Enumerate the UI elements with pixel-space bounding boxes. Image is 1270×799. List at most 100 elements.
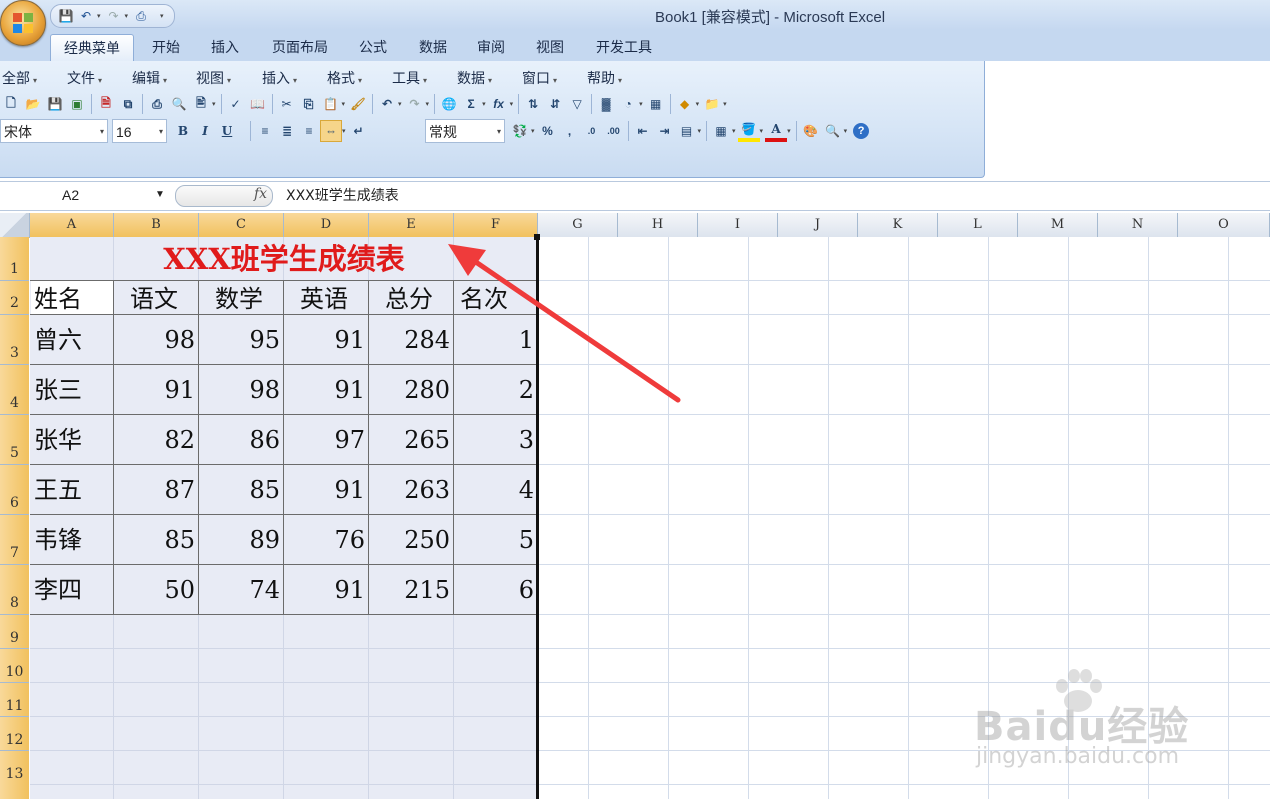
- score-cell[interactable]: 74: [199, 566, 284, 614]
- tab-review[interactable]: 审阅: [466, 34, 516, 61]
- increase-decimal-icon[interactable]: .0: [581, 120, 603, 142]
- cut-icon[interactable]: ✂: [276, 93, 298, 115]
- chevron-down-icon[interactable]: ▾: [159, 120, 163, 144]
- tab-view[interactable]: 视图: [525, 34, 575, 61]
- chevron-down-icon[interactable]: ▾: [732, 127, 736, 135]
- row-header-12[interactable]: 12: [0, 717, 29, 751]
- total-cell[interactable]: 263: [369, 466, 454, 514]
- menu-insert[interactable]: 插入 ▾: [262, 68, 297, 88]
- decrease-decimal-icon[interactable]: .00: [603, 120, 625, 142]
- tab-home[interactable]: 开始: [141, 34, 191, 61]
- total-cell[interactable]: 215: [369, 566, 454, 614]
- score-cell[interactable]: 50: [114, 566, 199, 614]
- header-cell[interactable]: 语文: [126, 275, 211, 315]
- column-header-m[interactable]: M: [1018, 213, 1098, 237]
- row-header-8[interactable]: 8: [0, 565, 29, 615]
- score-cell[interactable]: 85: [199, 466, 284, 514]
- column-header-a[interactable]: A: [30, 213, 114, 237]
- column-header-f[interactable]: F: [454, 213, 538, 237]
- row-header-1[interactable]: 1: [0, 237, 29, 281]
- new-icon[interactable]: 🗋: [0, 93, 22, 115]
- name-cell[interactable]: 张华: [30, 416, 114, 464]
- comma-style-button[interactable]: ,: [559, 120, 581, 142]
- rank-cell[interactable]: 4: [454, 466, 538, 514]
- italic-button[interactable]: I: [194, 120, 216, 142]
- wrap-text-icon[interactable]: ↵: [348, 120, 370, 142]
- score-cell[interactable]: 86: [199, 416, 284, 464]
- column-header-b[interactable]: B: [114, 213, 199, 237]
- menu-window[interactable]: 窗口 ▾: [522, 68, 557, 88]
- office-button[interactable]: [0, 0, 46, 46]
- score-cell[interactable]: 76: [284, 516, 369, 564]
- autosum-icon[interactable]: Σ: [460, 93, 482, 115]
- select-all-button[interactable]: [0, 213, 30, 237]
- chevron-down-icon[interactable]: ▾: [497, 120, 501, 144]
- zoom-icon[interactable]: 🔍: [822, 120, 844, 142]
- font-name-combo[interactable]: 宋体 ▾: [0, 119, 108, 143]
- score-cell[interactable]: 98: [114, 316, 199, 364]
- hyperlink-icon[interactable]: 🌐: [438, 93, 460, 115]
- align-left-icon[interactable]: ≡: [254, 120, 276, 142]
- copy-icon[interactable]: ⎘: [298, 93, 320, 115]
- score-cell[interactable]: 91: [114, 366, 199, 414]
- chevron-down-icon[interactable]: ▾: [426, 100, 430, 108]
- redo-icon[interactable]: ↷: [404, 93, 426, 115]
- gridlines-icon[interactable]: ▦: [645, 93, 667, 115]
- name-cell[interactable]: 王五: [30, 466, 114, 514]
- font-size-combo[interactable]: 16 ▾: [112, 119, 167, 143]
- total-cell[interactable]: 250: [369, 516, 454, 564]
- sort-descending-icon[interactable]: ⇵: [544, 93, 566, 115]
- tab-insert[interactable]: 插入: [200, 34, 250, 61]
- row-header-11[interactable]: 11: [0, 683, 29, 717]
- total-cell[interactable]: 265: [369, 416, 454, 464]
- column-header-e[interactable]: E: [369, 213, 454, 237]
- row-header-7[interactable]: 7: [0, 515, 29, 565]
- permission-icon[interactable]: ▣: [66, 93, 88, 115]
- menu-view[interactable]: 视图 ▾: [196, 68, 231, 88]
- help-icon[interactable]: ?: [853, 123, 870, 139]
- open-icon[interactable]: 📂: [22, 93, 44, 115]
- bold-button[interactable]: B: [172, 120, 194, 142]
- column-header-j[interactable]: J: [778, 213, 858, 237]
- borders-icon[interactable]: ▦: [710, 120, 732, 142]
- tab-classic-menu[interactable]: 经典菜单: [50, 34, 134, 62]
- chevron-down-icon[interactable]: ▾: [482, 100, 486, 108]
- column-header-c[interactable]: C: [199, 213, 284, 237]
- chevron-down-icon[interactable]: ▾: [398, 100, 402, 108]
- menu-help[interactable]: 帮助 ▾: [587, 68, 622, 88]
- score-cell[interactable]: 82: [114, 416, 199, 464]
- spelling-icon[interactable]: ✓: [225, 93, 247, 115]
- research-icon[interactable]: ⧉: [117, 93, 139, 115]
- score-cell[interactable]: 98: [199, 366, 284, 414]
- score-cell[interactable]: 91: [284, 466, 369, 514]
- tab-page-layout[interactable]: 页面布局: [260, 34, 340, 61]
- column-header-n[interactable]: N: [1098, 213, 1178, 237]
- column-header-k[interactable]: K: [858, 213, 938, 237]
- align-right-icon[interactable]: ≡: [298, 120, 320, 142]
- column-header-o[interactable]: O: [1178, 213, 1270, 237]
- print-icon[interactable]: ⎙: [146, 93, 168, 115]
- filter-icon[interactable]: ▽: [566, 93, 588, 115]
- name-cell[interactable]: 张三: [30, 366, 114, 414]
- increase-indent-icon[interactable]: ⇥: [654, 120, 676, 142]
- paste-icon[interactable]: 📋: [320, 93, 342, 115]
- chevron-down-icon[interactable]: ▾: [342, 127, 346, 135]
- drawing-icon[interactable]: ◔: [617, 93, 639, 115]
- chevron-down-icon[interactable]: ▼: [155, 183, 165, 207]
- score-cell[interactable]: 87: [114, 466, 199, 514]
- page-setup-icon[interactable]: 🖹: [190, 93, 212, 115]
- score-cell[interactable]: 97: [284, 416, 369, 464]
- align-center-icon[interactable]: ≣: [276, 120, 298, 142]
- underline-button[interactable]: U: [216, 120, 238, 142]
- row-header-5[interactable]: 5: [0, 415, 29, 465]
- score-cell[interactable]: 95: [199, 316, 284, 364]
- chevron-down-icon[interactable]: ▾: [787, 127, 791, 135]
- macro-icon[interactable]: ◆: [674, 93, 696, 115]
- name-box[interactable]: A2 ▼: [0, 183, 170, 207]
- chevron-down-icon[interactable]: ▾: [698, 127, 702, 135]
- currency-icon[interactable]: 💱: [509, 120, 531, 142]
- chevron-down-icon[interactable]: ▾: [342, 100, 346, 108]
- row-header-13[interactable]: 13: [0, 751, 29, 799]
- name-cell[interactable]: 李四: [30, 566, 114, 614]
- column-header-i[interactable]: I: [698, 213, 778, 237]
